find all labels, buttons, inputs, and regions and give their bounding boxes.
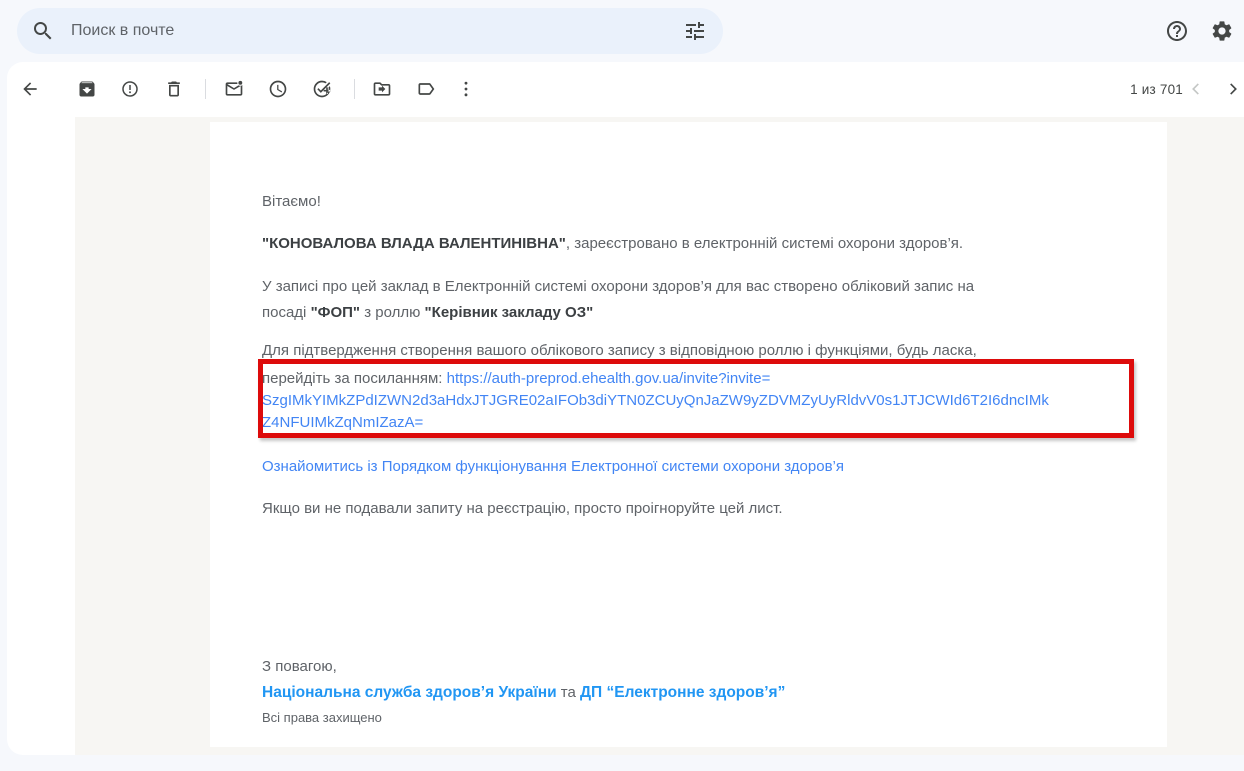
toolbar-divider <box>354 79 355 99</box>
more-options-button[interactable] <box>446 69 486 109</box>
archive-icon <box>77 79 97 99</box>
invite-link-line2[interactable]: SzgIMkYIMkZPdIZWN2d3aHdxJTJGRE02aIFOb3di… <box>262 390 1121 412</box>
settings-gear-icon[interactable] <box>1210 19 1234 43</box>
clock-icon <box>268 79 288 99</box>
order-link[interactable]: Ознайомитись із Порядком функціонування … <box>262 458 844 475</box>
signature-regards: З повагою, <box>262 654 1121 680</box>
back-arrow-icon <box>20 79 40 99</box>
add-task-icon <box>312 79 332 99</box>
email-message-card: Вітаємо! "КОНОВАЛОВА ВЛАДА ВАЛЕНТИНІВНА"… <box>210 122 1167 747</box>
email-body-background: Вітаємо! "КОНОВАЛОВА ВЛАДА ВАЛЕНТИНІВНА"… <box>75 117 1244 755</box>
registered-text: "КОНОВАЛОВА ВЛАДА ВАЛЕНТИНІВНА", зареєст… <box>262 231 1121 257</box>
ehealth-link[interactable]: ДП “Електронне здоров’я” <box>580 684 785 701</box>
mail-view-panel: 1 из 701 Вітаємо! "КОНОВАЛОВА ВЛАДА ВАЛЕ… <box>7 62 1244 755</box>
signature-block: З повагою, Національна служба здоров’я У… <box>262 654 1121 729</box>
search-bar[interactable] <box>17 8 723 54</box>
report-spam-button[interactable] <box>110 69 150 109</box>
signature-orgs: Національна служба здоров’я України та Д… <box>262 680 1121 706</box>
greeting-text: Вітаємо! <box>262 189 1121 215</box>
delete-button[interactable] <box>154 69 194 109</box>
trash-icon <box>164 79 184 99</box>
search-input[interactable] <box>69 21 683 41</box>
toolbar-divider <box>205 79 206 99</box>
newer-button[interactable] <box>1178 71 1214 107</box>
account-created-text: У записі про цей заклад в Електронній си… <box>262 274 1121 326</box>
position-name: "ФОП" <box>311 304 360 321</box>
report-spam-icon <box>120 79 140 99</box>
label-icon <box>416 79 436 99</box>
help-icon[interactable] <box>1165 19 1189 43</box>
labels-button[interactable] <box>406 69 446 109</box>
ignore-note: Якщо ви не подавали запиту на реєстрацію… <box>262 496 1121 522</box>
mark-unread-icon <box>224 79 244 99</box>
registered-name: "КОНОВАЛОВА ВЛАДА ВАЛЕНТИНІВНА" <box>262 235 566 252</box>
mark-unread-button[interactable] <box>214 69 254 109</box>
older-button[interactable] <box>1215 71 1244 107</box>
archive-button[interactable] <box>67 69 107 109</box>
move-to-button[interactable] <box>362 69 402 109</box>
pagination-count: 1 из 701 <box>1119 82 1183 97</box>
invite-link-line1[interactable]: https://auth-preprod.ehealth.gov.ua/invi… <box>447 370 771 387</box>
search-icon[interactable] <box>31 19 55 43</box>
more-vert-icon <box>456 79 476 99</box>
chevron-right-icon <box>1222 78 1244 100</box>
move-to-folder-icon <box>372 79 392 99</box>
chevron-left-icon <box>1185 78 1207 100</box>
add-to-tasks-button[interactable] <box>302 69 342 109</box>
invite-link-line3[interactable]: Z4NFUIMkZqNmIZazA= <box>262 412 1121 434</box>
copyright-text: Всі права захищено <box>262 707 1121 729</box>
nszu-link[interactable]: Національна служба здоров’я України <box>262 684 557 701</box>
order-link-paragraph: Ознайомитись із Порядком функціонування … <box>262 454 1121 480</box>
snooze-button[interactable] <box>258 69 298 109</box>
role-name: "Керівник закладу ОЗ" <box>425 304 594 321</box>
confirm-instruction: Для підтвердження створення вашого облік… <box>262 338 1121 434</box>
tune-icon[interactable] <box>683 19 707 43</box>
email-content: Вітаємо! "КОНОВАЛОВА ВЛАДА ВАЛЕНТИНІВНА"… <box>262 189 1121 729</box>
back-button[interactable] <box>10 69 50 109</box>
message-toolbar: 1 из 701 <box>7 62 1244 117</box>
